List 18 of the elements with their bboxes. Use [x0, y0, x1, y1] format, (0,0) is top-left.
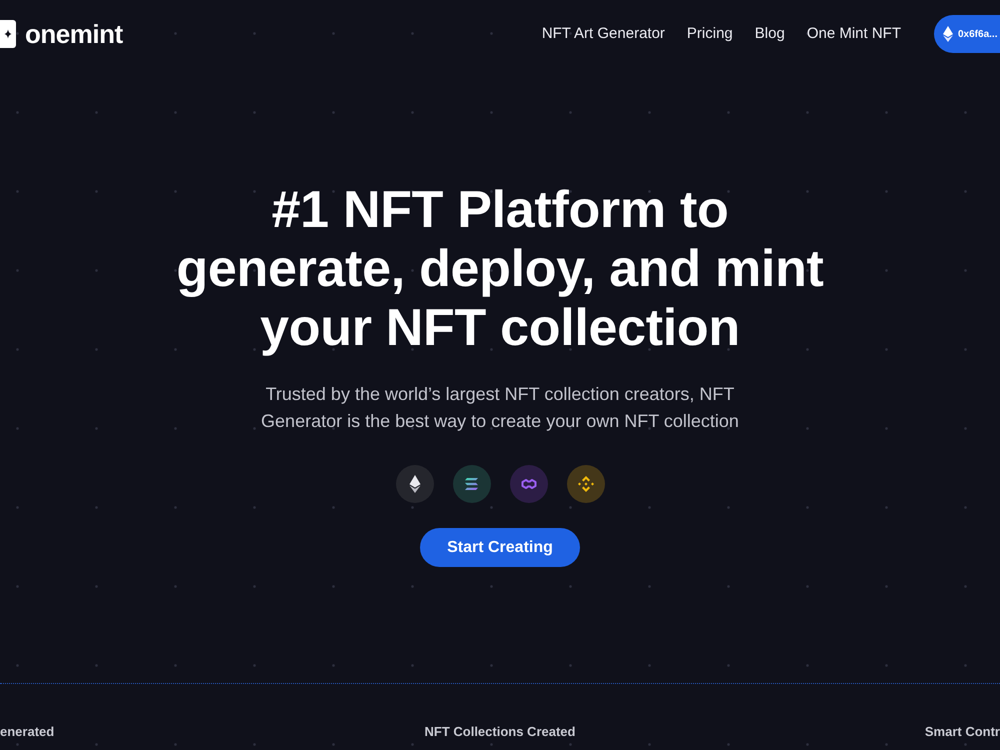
polygon-icon [510, 465, 548, 503]
nav-link[interactable]: One Mint NFT [806, 22, 901, 46]
solana-icon [452, 465, 490, 503]
binance-icon [566, 465, 604, 503]
stat-label: Smart Contr [924, 723, 1000, 741]
wallet-button[interactable]: 0x6f6a... [934, 15, 1000, 53]
start-creating-button[interactable]: Start Creating [420, 528, 580, 567]
hero-heading: #1 NFT Platform to generate, deploy, and mint your NFT collection [175, 181, 825, 358]
nav-link[interactable]: Pricing [686, 22, 733, 46]
logo-sparkle-icon [0, 20, 16, 48]
nav-link[interactable]: NFT Art Generator [542, 22, 665, 46]
ethereum-icon [943, 26, 953, 42]
logo-wordmark[interactable]: onemint [25, 21, 123, 47]
hero-subtitle: Trusted by the world’s largest NFT collection creators, NFT Generator is the best way to create your own NFT collection [260, 383, 740, 433]
stat-label: enerated [0, 723, 54, 741]
ethereum-icon [396, 465, 434, 503]
stat-label: NFT Collections Created [424, 723, 576, 741]
nav-link[interactable]: Blog [754, 22, 785, 46]
